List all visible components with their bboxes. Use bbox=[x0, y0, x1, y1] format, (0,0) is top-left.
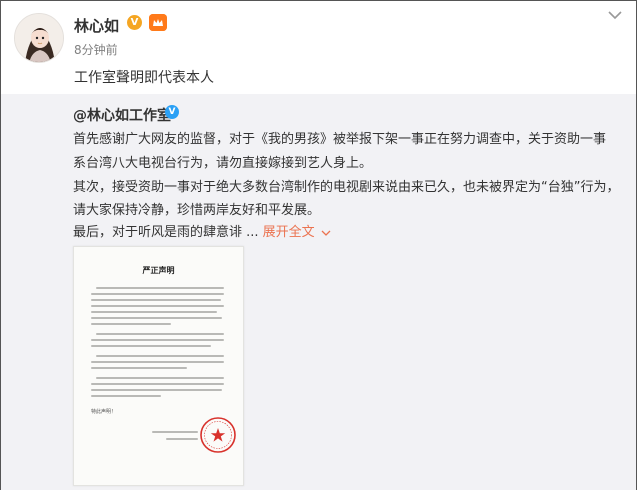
document-text-line bbox=[96, 355, 224, 357]
repost-text-line: 请大家保持冷静，珍惜两岸友好和平发展。 bbox=[73, 203, 321, 218]
repost-text-line: 系台湾八大电视台行为，请勿直接嫁接到艺人身上。 bbox=[73, 156, 373, 171]
document-text-line bbox=[96, 377, 224, 379]
document-closing: 特此声明！ bbox=[91, 409, 117, 415]
repost-text-line-last: 最后，对于听风是雨的肆意诽 ... 展开全文 bbox=[73, 221, 331, 240]
document-text-line bbox=[96, 333, 224, 335]
verified-badge-icon: V bbox=[127, 15, 142, 30]
vip-badge-icon bbox=[149, 14, 167, 31]
avatar[interactable] bbox=[14, 13, 64, 63]
document-text-line bbox=[91, 299, 221, 301]
chevron-down-icon bbox=[608, 11, 622, 20]
repost-author[interactable]: @林心如工作室 bbox=[73, 105, 171, 125]
post-time[interactable]: 8分钟前 bbox=[74, 41, 118, 58]
username[interactable]: 林心如 bbox=[74, 15, 119, 36]
weibo-post-card: 林心如 V 8分钟前 工作室聲明即代表本人 @林心如工作室 V 首先感谢广大网友… bbox=[0, 0, 637, 490]
chevron-down-icon bbox=[321, 230, 331, 236]
more-options-button[interactable] bbox=[604, 5, 626, 25]
avatar-image bbox=[15, 14, 63, 62]
expand-label: 展开全文 bbox=[262, 225, 315, 240]
document-text-line bbox=[91, 317, 222, 319]
document-text-line bbox=[91, 311, 217, 313]
document-signature-line bbox=[152, 431, 198, 433]
document-date-line bbox=[166, 438, 198, 440]
post-text: 工作室聲明即代表本人 bbox=[74, 70, 214, 86]
document-text-line bbox=[91, 395, 161, 397]
document-text-line bbox=[91, 361, 224, 363]
document-text-line bbox=[91, 323, 171, 325]
document-text-line bbox=[96, 287, 224, 289]
document-text-line bbox=[91, 383, 224, 385]
repost-text-truncated: 最后，对于听风是雨的肆意诽 ... bbox=[73, 225, 259, 240]
expand-full-text-link[interactable]: 展开全文 bbox=[263, 225, 331, 240]
document-text-line bbox=[91, 389, 222, 391]
statement-document-image[interactable]: 严正声明 特此声明！ bbox=[73, 246, 244, 486]
red-seal-stamp-icon bbox=[200, 417, 236, 453]
document-text-line bbox=[91, 305, 224, 307]
repost-text-line: 其次，接受资助一事对于绝大多数台湾制作的电视剧来说由来已久，也未被界定为“台独”… bbox=[73, 180, 620, 195]
repost-verified-badge-icon: V bbox=[165, 105, 179, 119]
document-text-line bbox=[91, 367, 187, 369]
repost-text-line: 首先感谢广大网友的监督，对于《我的男孩》被举报下架一事正在努力调查中，关于资助一… bbox=[73, 132, 607, 147]
document-text-line bbox=[91, 339, 224, 341]
document-text-line bbox=[91, 345, 211, 347]
document-text-line bbox=[91, 293, 224, 295]
document-title: 严正声明 bbox=[142, 266, 175, 275]
